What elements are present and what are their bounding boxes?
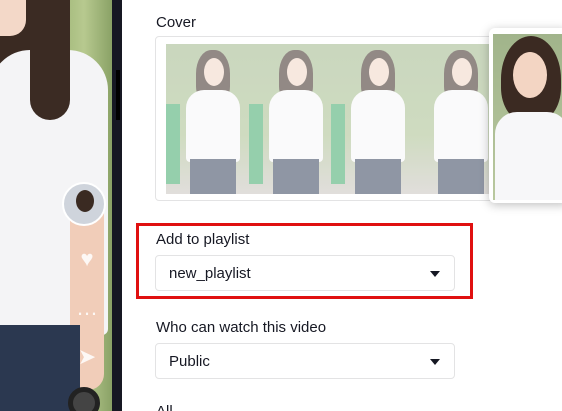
- cover-frame-strip[interactable]: [166, 44, 496, 194]
- privacy-selected-value: Public: [169, 353, 210, 370]
- cover-frame[interactable]: [166, 44, 249, 194]
- selected-cover-image: [493, 34, 562, 200]
- cover-frame[interactable]: [413, 44, 496, 194]
- cover-selector[interactable]: [155, 36, 498, 201]
- preview-frame-notch: [116, 70, 120, 120]
- playlist-label: Add to playlist: [156, 231, 250, 248]
- share-icon: ➤: [77, 344, 97, 369]
- preview-frame-edge: [112, 0, 122, 411]
- music-disc-icon: [68, 387, 100, 411]
- playlist-selected-value: new_playlist: [169, 265, 251, 282]
- cover-frame[interactable]: [331, 44, 414, 194]
- privacy-dropdown[interactable]: Public: [155, 343, 455, 379]
- video-preview: ♥ … ➤: [0, 0, 112, 411]
- cover-label: Cover: [156, 14, 197, 31]
- selected-cover-frame[interactable]: [489, 28, 562, 203]
- cover-frame[interactable]: [248, 44, 331, 194]
- chevron-down-icon: [430, 359, 440, 365]
- comment-icon: …: [76, 295, 98, 320]
- privacy-label: Who can watch this video: [156, 319, 327, 336]
- chevron-down-icon: [430, 271, 440, 277]
- allow-users-label: All: [156, 403, 173, 411]
- heart-icon: ♥: [80, 246, 94, 271]
- preview-hair-right: [30, 0, 70, 120]
- playlist-dropdown[interactable]: new_playlist: [155, 255, 455, 291]
- creator-avatar: [62, 182, 106, 226]
